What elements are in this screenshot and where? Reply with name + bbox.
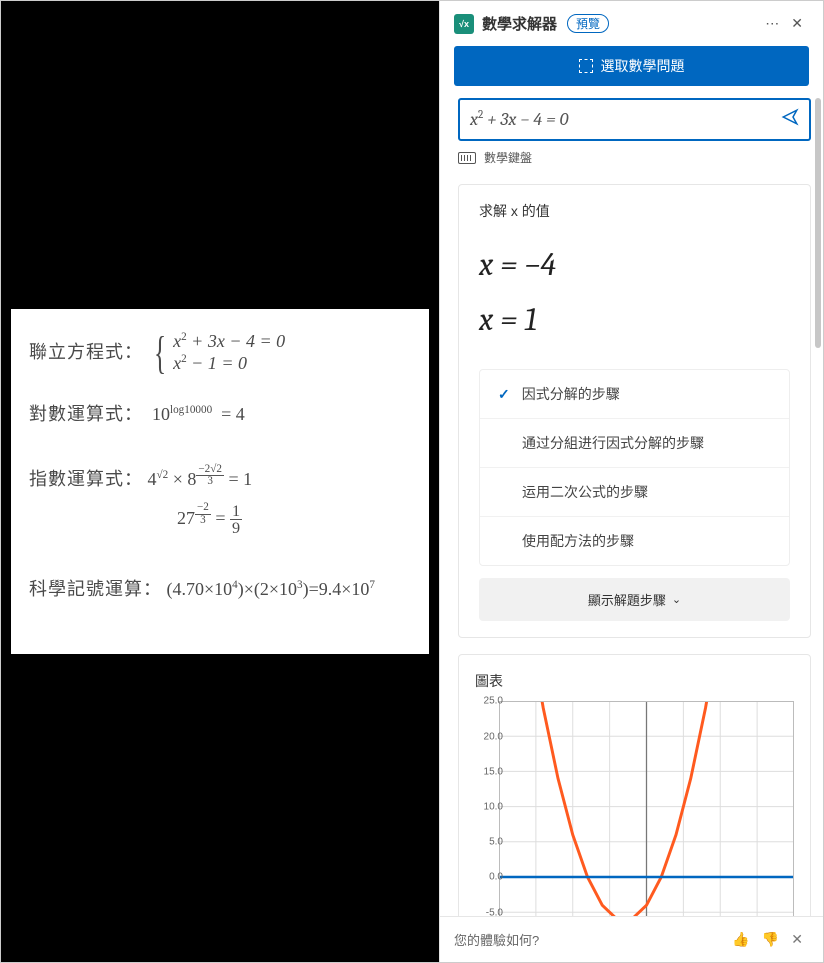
panel-title: 數學求解器 (482, 13, 557, 34)
show-steps-label: 顯示解題步驟 (588, 590, 666, 609)
eq-sim-2: x2 − 1 = 0 (173, 352, 285, 374)
select-problem-button[interactable]: 選取數學問題 (454, 46, 809, 86)
more-icon[interactable]: ⋯ (759, 11, 785, 36)
root-2: x = 1 (479, 294, 790, 345)
math-solver-panel: √x 數學求解器 預覽 ⋯ ✕ 選取數學問題 x2 + 3x − 4 = 0 數… (439, 1, 823, 962)
close-icon[interactable]: ✕ (785, 11, 809, 36)
app-icon: √x (454, 14, 474, 34)
graph-card: 圖表 -5.00.05.010.015.020.025.0 (458, 654, 811, 916)
label-simultaneous: 聯立方程式： (29, 337, 143, 368)
graph-plot: -5.00.05.010.015.020.025.0 (499, 701, 794, 916)
method-label: 因式分解的步驟 (522, 384, 620, 404)
label-scinotation: 科學記號運算： (29, 579, 162, 599)
feedback-prompt: 您的體驗如何? (454, 930, 539, 949)
thumbs-down-icon[interactable]: 👎 (756, 927, 785, 952)
show-steps-button[interactable]: 顯示解題步驟 ⌄ (479, 578, 790, 621)
document-page: 聯立方程式： { x2 + 3x − 4 = 0 x2 − 1 = 0 對數運算… (11, 309, 429, 654)
brace-icon: { (154, 330, 166, 376)
method-grouping[interactable]: 通过分組进行因式分解的步驟 (480, 418, 789, 467)
eq-sim-1: x2 + 3x − 4 = 0 (173, 330, 285, 352)
math-input-value: x2 + 3x − 4 = 0 (470, 109, 781, 130)
label-exponent: 指數運算式： (29, 464, 143, 495)
feedback-bar: 您的體驗如何? 👍 👎 ✕ (440, 916, 823, 962)
math-input[interactable]: x2 + 3x − 4 = 0 (458, 98, 811, 141)
method-list: ✓ 因式分解的步驟 通过分組进行因式分解的步驟 运用二次公式的步驟 使用配方法的… (479, 369, 790, 566)
select-problem-label: 選取數學問題 (601, 56, 685, 76)
method-completing-square[interactable]: 使用配方法的步驟 (480, 516, 789, 565)
eq-sci: (4.70×104)×(2×103)=9.4×107 (167, 579, 375, 599)
math-keyboard-label: 數學鍵盤 (484, 149, 532, 166)
send-icon[interactable] (781, 108, 799, 131)
eq-log: 10log10000 = 4 (152, 404, 245, 424)
preview-badge: 預覽 (567, 14, 609, 33)
method-label: 运用二次公式的步驟 (522, 482, 648, 502)
method-quadratic-formula[interactable]: 运用二次公式的步驟 (480, 467, 789, 516)
method-label: 通过分組进行因式分解的步驟 (522, 433, 704, 453)
document-viewport: 聯立方程式： { x2 + 3x − 4 = 0 x2 − 1 = 0 對數運算… (1, 1, 439, 962)
graph-title: 圖表 (475, 671, 794, 691)
check-icon: ✓ (498, 386, 510, 403)
eq-exp-2: 27−23 = 19 (177, 508, 242, 528)
dismiss-icon[interactable]: ✕ (785, 927, 809, 952)
crop-icon (579, 59, 593, 73)
method-factoring[interactable]: ✓ 因式分解的步驟 (480, 370, 789, 418)
root-1: x = −4 (479, 239, 790, 290)
math-keyboard-button[interactable]: 數學鍵盤 (458, 149, 811, 166)
solution-title: 求解 x 的值 (479, 201, 790, 221)
eq-exp-1: 4√2 × 8−2√23 = 1 (148, 464, 253, 495)
chevron-down-icon: ⌄ (672, 593, 681, 606)
keyboard-icon (458, 152, 476, 164)
panel-header: √x 數學求解器 預覽 ⋯ ✕ (440, 1, 823, 46)
label-logarithm: 對數運算式： (29, 404, 143, 424)
thumbs-up-icon[interactable]: 👍 (726, 927, 755, 952)
solution-card: 求解 x 的值 x = −4 x = 1 ✓ 因式分解的步驟 通过分組进行因式分… (458, 184, 811, 638)
method-label: 使用配方法的步驟 (522, 531, 634, 551)
